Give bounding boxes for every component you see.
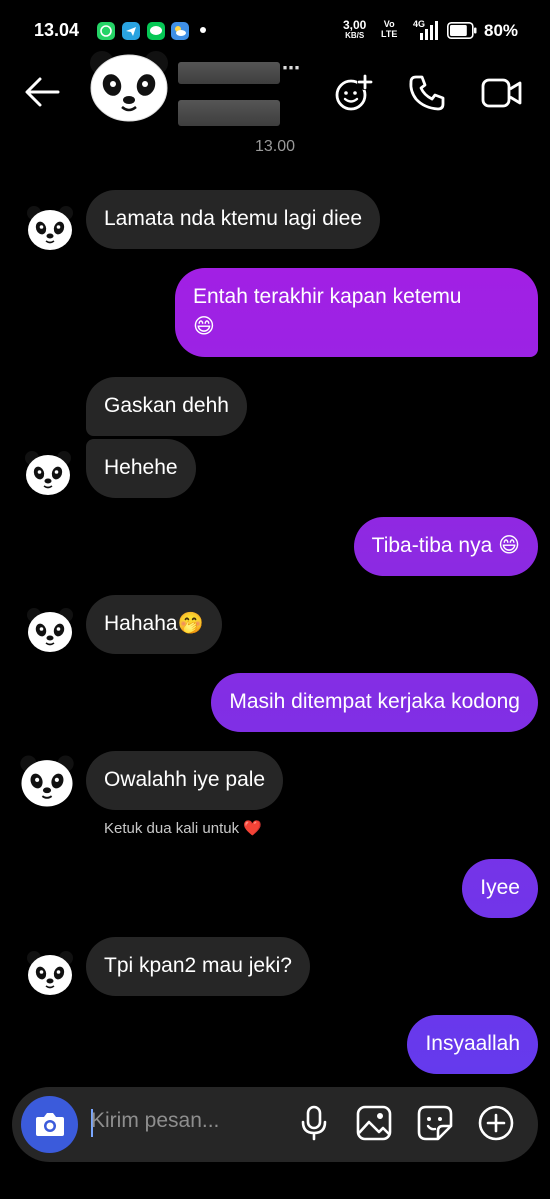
add-icon[interactable] — [477, 1104, 515, 1142]
message-input[interactable]: Kirim pesan... — [91, 1109, 219, 1133]
conversation-timestamp: 13.00 — [254, 138, 296, 155]
message-incoming[interactable]: Owalahh iye pale — [86, 751, 284, 810]
video-call-icon[interactable] — [481, 77, 523, 109]
message-incoming[interactable]: Lamata nda ktemu lagi diee — [86, 190, 380, 249]
network-speed: 3,00 KB/S — [343, 18, 367, 40]
telegram-icon — [122, 22, 140, 40]
avatar — [25, 605, 75, 655]
phone-call-icon[interactable] — [408, 74, 446, 112]
status-time: 13.04 — [34, 20, 80, 40]
message-incoming[interactable]: Tpi kpan2 mau jeki? — [86, 937, 310, 996]
name-overflow-dots: ⋯ — [282, 58, 300, 78]
signal-icon — [420, 21, 438, 40]
notification-dot — [200, 27, 206, 33]
message-outgoing[interactable]: Insyaallah — [407, 1015, 538, 1074]
battery-icon — [447, 22, 477, 39]
contact-username-redacted[interactable] — [178, 100, 280, 126]
weather-icon — [171, 22, 189, 40]
contact-name-redacted[interactable] — [178, 62, 280, 84]
effects-icon[interactable] — [334, 73, 376, 113]
line-icon — [147, 22, 165, 40]
double-tap-hint: Ketuk dua kali untuk ❤️ — [104, 820, 262, 837]
status-bar: 13.04 3,00 KB/S Vo LTE 4G 80% — [0, 0, 550, 62]
message-outgoing[interactable]: Entah terakhir kapan ketemu 😄 — [175, 268, 538, 357]
message-outgoing[interactable]: Iyee — [462, 859, 538, 918]
sticker-icon[interactable] — [416, 1104, 454, 1142]
camera-button[interactable] — [21, 1096, 78, 1153]
gallery-icon[interactable] — [355, 1104, 393, 1142]
message-incoming[interactable]: Hahaha🤭 — [86, 595, 222, 654]
avatar — [25, 203, 75, 253]
avatar — [23, 448, 73, 498]
volte-indicator: Vo LTE — [381, 19, 398, 39]
message-outgoing[interactable]: Masih ditempat kerjaka kodong — [211, 673, 538, 732]
avatar — [18, 752, 76, 810]
contact-avatar[interactable] — [88, 50, 170, 122]
whatsapp-icon — [97, 22, 115, 40]
chat-header: ⋯ 13.00 — [0, 51, 550, 162]
camera-icon — [36, 1113, 64, 1136]
message-incoming[interactable]: Gaskan dehh — [86, 377, 247, 436]
message-composer: Kirim pesan... — [12, 1087, 538, 1162]
message-outgoing[interactable]: Tiba-tiba nya 😄 — [353, 517, 538, 576]
avatar — [25, 948, 75, 998]
message-incoming[interactable]: Hehehe — [86, 439, 196, 498]
microphone-icon[interactable] — [295, 1104, 333, 1142]
battery-percent: 80% — [484, 21, 519, 40]
back-arrow-icon[interactable] — [22, 76, 62, 108]
